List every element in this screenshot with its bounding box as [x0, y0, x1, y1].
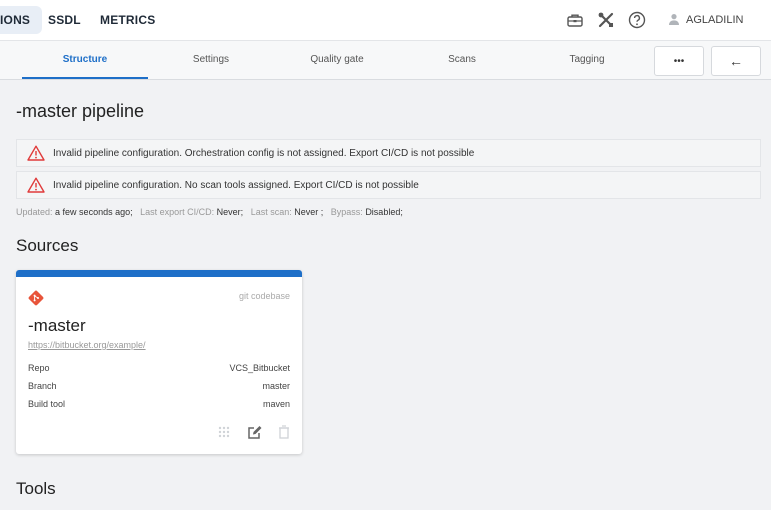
nav-item-ssdl[interactable]: SSDL	[48, 6, 81, 34]
tab-quality-gate[interactable]: Quality gate	[274, 41, 400, 79]
meta-scan-value: Never ;	[294, 207, 324, 217]
card-accent-bar	[16, 270, 302, 277]
meta-updated-value: a few seconds ago;	[55, 207, 133, 217]
source-row-branch: Branch master	[28, 381, 290, 395]
meta-updated-label: Updated:	[16, 207, 53, 217]
row-value: VCS_Bitbucket	[229, 363, 290, 373]
back-button[interactable]: ←	[711, 46, 761, 76]
tab-settings[interactable]: Settings	[148, 41, 274, 79]
nav-item-label: IONS	[0, 13, 31, 27]
tools-icon[interactable]	[596, 10, 616, 30]
arrow-left-icon: ←	[729, 53, 743, 69]
drag-handle-icon[interactable]	[216, 424, 232, 440]
tab-structure[interactable]: Structure	[22, 41, 148, 79]
source-type: git codebase	[238, 291, 290, 301]
alert-text: Invalid pipeline configuration. No scan …	[53, 179, 419, 191]
source-row-repo: Repo VCS_Bitbucket	[28, 363, 290, 377]
row-label: Build tool	[28, 399, 66, 409]
page-title: -master pipeline	[16, 101, 145, 121]
nav-item-ions[interactable]: IONS	[0, 6, 43, 34]
top-nav: IONS SSDL METRICS AGLADILIN	[0, 0, 771, 41]
tab-scans[interactable]: Scans	[400, 41, 524, 79]
more-icon: •••	[673, 55, 685, 67]
pipeline-meta: Updated: a few seconds ago; Last export …	[16, 207, 403, 217]
nav-item-metrics[interactable]: METRICS	[100, 6, 155, 34]
toolbox-icon[interactable]	[565, 10, 585, 30]
warning-icon	[27, 145, 45, 161]
alert-scan-tools: Invalid pipeline configuration. No scan …	[16, 171, 761, 199]
tab-label: Structure	[62, 54, 108, 65]
alert-orchestration: Invalid pipeline configuration. Orchestr…	[16, 139, 761, 167]
tab-label: Settings	[192, 54, 230, 65]
git-icon	[28, 290, 44, 306]
source-url-link[interactable]: https://bitbucket.org/example/	[28, 340, 146, 350]
meta-scan-label: Last scan:	[250, 207, 292, 217]
row-label: Repo	[28, 363, 50, 373]
meta-bypass-value: Disabled;	[365, 207, 403, 217]
tools-title: Tools	[16, 479, 56, 498]
row-value: master	[262, 381, 290, 391]
row-value: maven	[262, 399, 290, 409]
alert-text: Invalid pipeline configuration. Orchestr…	[53, 147, 475, 159]
sources-title: Sources	[16, 236, 79, 255]
meta-export-label: Last export CI/CD:	[140, 207, 215, 217]
edit-icon[interactable]	[246, 424, 262, 440]
delete-icon[interactable]	[276, 424, 292, 440]
help-icon[interactable]	[627, 10, 647, 30]
nav-item-label: SSDL	[48, 13, 81, 27]
pipeline-tabs: Structure Settings Quality gate Scans Ta…	[0, 41, 771, 80]
source-row-build-tool: Build tool maven	[28, 399, 290, 413]
user-name: AGLADILIN	[686, 14, 744, 26]
card-actions	[216, 424, 292, 440]
tab-label: Quality gate	[310, 54, 364, 65]
user-menu[interactable]: AGLADILIN	[668, 10, 743, 30]
warning-icon	[27, 177, 45, 193]
source-name: -master	[28, 316, 86, 335]
nav-item-label: METRICS	[100, 13, 156, 27]
more-button[interactable]: •••	[654, 46, 704, 76]
row-label: Branch	[28, 381, 57, 391]
user-icon	[668, 13, 680, 28]
meta-bypass-label: Bypass:	[330, 207, 363, 217]
tab-tagging[interactable]: Tagging	[524, 41, 650, 79]
source-card[interactable]: git codebase -master https://bitbucket.o…	[16, 270, 302, 454]
tab-label: Scans	[448, 54, 476, 65]
meta-export-value: Never;	[216, 207, 244, 217]
tab-label: Tagging	[569, 54, 605, 65]
